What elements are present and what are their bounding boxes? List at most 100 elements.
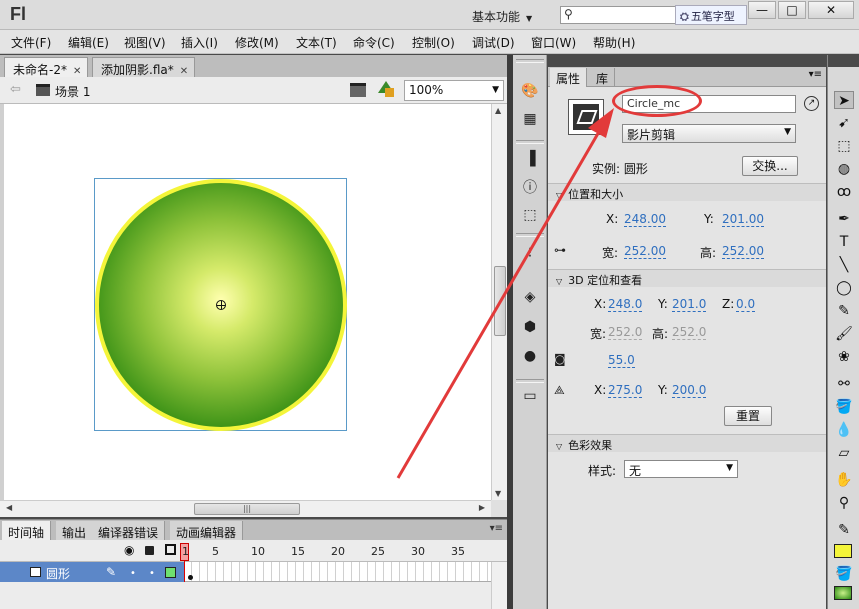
menu-modify[interactable]: 修改(M) [235,34,279,51]
scene-breadcrumb[interactable]: 场景 1 [55,83,90,100]
frames-grid[interactable] [184,562,491,582]
color-palette-icon[interactable]: 🎨 [521,82,539,100]
selection-bounding-box[interactable] [94,178,347,431]
menu-view[interactable]: 视图(V) [124,34,166,51]
menu-control[interactable]: 控制(O) [412,34,455,51]
menu-debug[interactable]: 调试(D) [472,34,515,51]
hand-tool-icon[interactable]: ✋ [834,471,854,489]
tab-output[interactable]: 输出 [56,521,94,541]
tab-motion-editor[interactable]: 动画编辑器 [170,521,244,541]
menu-help[interactable]: 帮助(H) [593,34,635,51]
ime-indicator[interactable]: ⛭ 五笔字型 [675,5,747,25]
tab-compiler-errors[interactable]: 编译器错误 [92,521,166,541]
menu-window[interactable]: 窗口(W) [531,34,576,51]
stroke-color-swatch[interactable] [834,544,852,558]
edit-scene-icon[interactable] [350,83,366,97]
tab-add-shadow[interactable]: 添加阴影.fla* ✕ [92,57,196,77]
panel-menu-icon[interactable]: ▾≡ [809,69,822,80]
section-3d-position[interactable]: ▽ 3D 定位和查看 [548,269,826,287]
zoom-select[interactable]: 100% ▼ [404,80,504,101]
eye-icon[interactable]: ◉ [124,543,134,557]
close-window-button[interactable]: ✕ [808,1,854,19]
menu-text[interactable]: 文本(T) [296,34,337,51]
scroll-up-icon[interactable]: ▲ [495,106,501,115]
width-value[interactable]: 252.00 [624,244,666,259]
perspective-angle-value[interactable]: 55.0 [608,353,635,368]
code-snippets-icon[interactable]: ⁝ [521,244,539,262]
scroll-left-icon[interactable]: ◀ [6,503,12,512]
pencil-tool-icon[interactable]: ✎ [834,302,854,320]
oval-tool-icon[interactable]: ◯ [834,279,854,297]
section-color-effect[interactable]: ▽ 色彩效果 [548,434,826,452]
tab-library[interactable]: 库 [590,68,616,87]
free-transform-tool-icon[interactable]: ⬚ [834,137,854,155]
minimize-button[interactable]: — [748,1,776,19]
reset-button[interactable]: 重置 [724,406,772,426]
layer-row[interactable]: 圆形 ✎ • • [0,562,184,582]
motion-presets-icon[interactable]: ● [521,347,539,365]
components-icon[interactable]: ⬢ [521,318,539,336]
close-icon[interactable]: ✕ [180,66,188,77]
3d-x-value[interactable]: 248.0 [608,297,643,312]
line-tool-icon[interactable]: ╲ [834,256,854,274]
brush-tool-icon[interactable]: 🖌 [834,325,854,343]
menu-insert[interactable]: 插入(I) [181,34,218,51]
stroke-color-icon[interactable]: ✎ [834,521,854,539]
keyframe[interactable] [188,575,193,580]
eraser-tool-icon[interactable]: ▱ [834,444,854,462]
link-proportions-icon[interactable]: ⊶ [554,243,566,257]
swatches-grid-icon[interactable]: ▦ [521,110,539,128]
stage-vertical-scrollbar[interactable]: ▲ ▼ [491,104,507,500]
project-icon[interactable]: ▭ [521,387,539,405]
workspace-switcher[interactable]: 基本功能 ▼ [472,8,532,25]
eyedropper-tool-icon[interactable]: 💧 [834,421,854,439]
fill-color-icon[interactable]: 🪣 [834,565,854,583]
pen-tool-icon[interactable]: ✒ [834,210,854,228]
x-value[interactable]: 248.00 [624,212,666,227]
3d-z-value[interactable]: 0.0 [736,297,756,312]
selection-tool-icon[interactable]: ➤ [834,91,854,109]
panel-menu-icon[interactable]: ▾≡ [490,523,503,534]
stage[interactable] [0,104,491,500]
3d-y-value[interactable]: 201.0 [672,297,707,312]
scroll-down-icon[interactable]: ▼ [495,489,501,498]
layer-name[interactable]: 圆形 [46,565,70,582]
scroll-thumb[interactable] [494,266,506,336]
close-icon[interactable]: ✕ [73,66,81,77]
align-icon[interactable]: ▐ [521,150,539,168]
tab-untitled-2[interactable]: 未命名-2* ✕ [4,57,89,77]
vanish-x-value[interactable]: 275.0 [608,383,643,398]
tab-timeline[interactable]: 时间轴 [2,521,52,541]
scroll-thumb[interactable]: ||| [194,503,300,515]
deco-tool-icon[interactable]: ❀ [834,348,854,366]
zoom-tool-icon[interactable]: ⚲ [834,494,854,512]
outline-icon[interactable] [165,544,176,555]
back-arrow-icon[interactable]: ⇦ [10,82,21,97]
text-tool-icon[interactable]: T [834,233,854,251]
menu-commands[interactable]: 命令(C) [353,34,395,51]
edit-symbol-icon[interactable]: ↗ [804,96,819,111]
color-style-select[interactable]: 无 ▼ [624,460,738,478]
timeline-scrollbar[interactable] [491,562,507,609]
scroll-right-icon[interactable]: ▶ [479,503,485,512]
subselection-tool-icon[interactable]: ➹ [834,114,854,132]
help-search-input[interactable]: ⚲ [560,6,676,24]
section-position-size[interactable]: ▽ 位置和大小 [548,183,826,201]
actions-icon[interactable]: ◈ [521,288,539,306]
maximize-button[interactable]: □ [778,1,806,19]
info-icon[interactable]: ⓘ [521,179,539,197]
menu-edit[interactable]: 编辑(E) [68,34,109,51]
bone-tool-icon[interactable]: ⚯ [834,375,854,393]
menu-file[interactable]: 文件(F) [11,34,51,51]
symbol-type-select[interactable]: 影片剪辑 ▼ [622,124,796,143]
visibility-dot-icon[interactable]: • [130,568,136,579]
fill-color-swatch[interactable] [834,586,852,600]
swap-button[interactable]: 交换... [742,156,798,176]
stage-horizontal-scrollbar[interactable]: ◀ ||| ▶ [0,500,491,517]
lock-icon[interactable] [145,546,154,555]
edit-symbols-icon[interactable] [378,81,396,99]
3d-rotation-tool-icon[interactable]: ◍ [834,160,854,178]
y-value[interactable]: 201.00 [722,212,764,227]
height-value[interactable]: 252.00 [722,244,764,259]
layer-outline-color[interactable] [165,567,176,578]
